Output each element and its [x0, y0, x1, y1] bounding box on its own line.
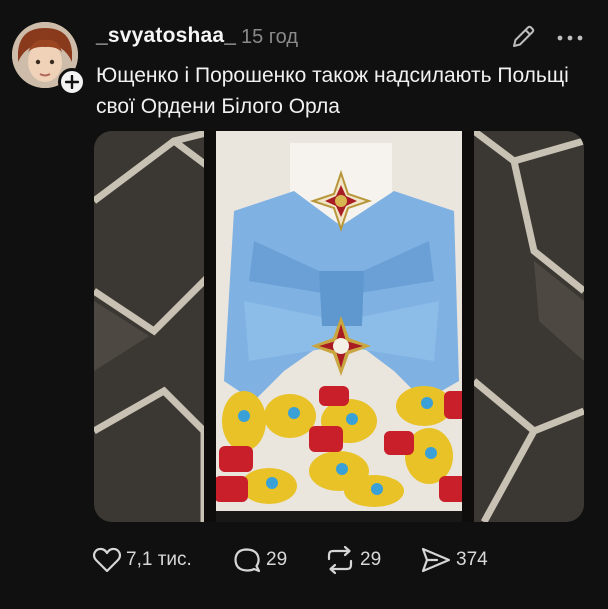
comment-icon	[234, 548, 261, 573]
like-button[interactable]: 7,1 тис.	[92, 543, 192, 577]
share-count: 374	[456, 549, 488, 570]
username[interactable]: _svyatoshaa_	[96, 24, 236, 48]
repost-count: 29	[360, 549, 382, 570]
repost-button[interactable]: 29	[324, 543, 381, 577]
share-icon	[421, 547, 451, 573]
order-box-photo	[94, 131, 584, 522]
avatar-container[interactable]	[12, 22, 86, 96]
comment-count: 29	[266, 549, 288, 570]
heart-icon	[92, 547, 122, 573]
post-timestamp: 15 год	[241, 26, 299, 48]
post-card: _svyatoshaa_ 15 год Ющенко і Порошенко т…	[0, 0, 608, 609]
post-caption: Ющенко і Порошенко також надсилають Поль…	[96, 64, 569, 118]
share-button[interactable]: 374	[420, 543, 488, 577]
repost-icon	[327, 545, 353, 575]
comment-button[interactable]: 29	[232, 543, 287, 577]
like-count: 7,1 тис.	[126, 549, 192, 570]
post-actions: 7,1 тис. 29 29 374	[92, 543, 532, 577]
more-dots-icon[interactable]	[556, 28, 584, 48]
post-image[interactable]	[94, 131, 584, 522]
pencil-icon[interactable]	[510, 24, 536, 50]
plus-icon[interactable]	[58, 68, 86, 96]
